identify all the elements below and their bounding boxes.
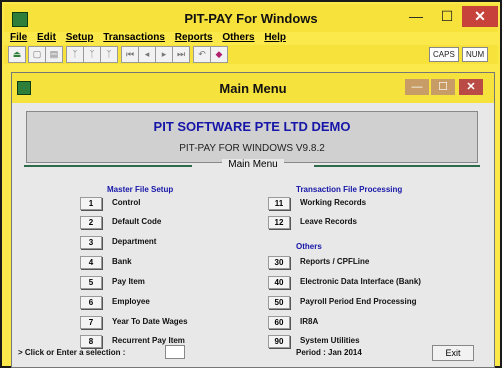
next-record-icon[interactable]: ▸ <box>155 46 173 63</box>
last-record-icon[interactable]: ⏭ <box>172 46 190 63</box>
child-close-button[interactable]: ✕ <box>459 79 483 95</box>
company-name: PIT SOFTWARE PTE LTD DEMO <box>153 119 351 134</box>
prev-record-icon[interactable]: ◂ <box>138 46 156 63</box>
company-banner: PIT SOFTWARE PTE LTD DEMO PIT-PAY FOR WI… <box>26 111 478 163</box>
option-label: Electronic Data Interface (Bank) <box>300 277 421 286</box>
transaction-heading: Transaction File Processing <box>296 185 403 194</box>
option-number[interactable]: 30 <box>268 256 290 269</box>
section-title: Main Menu <box>222 159 284 170</box>
master-file-heading: Master File Setup <box>107 185 174 194</box>
menu-bar: File Edit Setup Transactions Reports Oth… <box>4 32 498 44</box>
toolbar: ⏏ ▢ ▤ ᛉ ᛉ ᛉ ⏮ ◂ ▸ ⏭ ↶ ◆ CAPS NUM <box>4 45 498 64</box>
selection-input[interactable] <box>165 345 185 359</box>
version-label: PIT-PAY FOR WINDOWS V9.8.2 <box>179 143 325 154</box>
child-title-bar: Main Menu — ☐ ✕ <box>12 73 494 103</box>
close-button[interactable]: ✕ <box>462 6 498 27</box>
filter-select-icon[interactable]: ᛉ <box>83 46 101 63</box>
option-number[interactable]: 60 <box>268 316 290 329</box>
option-number[interactable]: 4 <box>80 256 102 269</box>
option-label: IR8A <box>300 317 319 326</box>
option-label: Employee <box>112 297 150 306</box>
menu-file[interactable]: File <box>10 32 27 43</box>
menu-transactions[interactable]: Transactions <box>103 32 165 43</box>
others-heading: Others <box>296 242 322 251</box>
option-label: Pay Item <box>112 277 145 286</box>
footer-bar: > Click or Enter a selection : Period : … <box>12 341 494 367</box>
period-label: Period : Jan 2014 <box>296 348 362 357</box>
menu-setup[interactable]: Setup <box>66 32 94 43</box>
selection-prompt: > Click or Enter a selection : <box>18 348 126 357</box>
option-label: Year To Date Wages <box>112 317 188 326</box>
option-number[interactable]: 6 <box>80 296 102 309</box>
eraser-icon[interactable]: ◆ <box>210 46 228 63</box>
option-label: Reports / CPFLine <box>300 257 370 266</box>
menu-help[interactable]: Help <box>264 32 286 43</box>
menu-reports[interactable]: Reports <box>175 32 213 43</box>
section-divider: Main Menu <box>12 159 494 173</box>
title-bar: PIT-PAY For Windows — ☐ ✕ <box>4 4 498 32</box>
menu-others[interactable]: Others <box>222 32 254 43</box>
option-number[interactable]: 50 <box>268 296 290 309</box>
option-label: Working Records <box>300 198 367 207</box>
main-menu-window: Main Menu — ☐ ✕ PIT SOFTWARE PTE LTD DEM… <box>11 72 495 368</box>
app-window: PIT-PAY For Windows — ☐ ✕ File Edit Setu… <box>0 0 502 368</box>
option-number[interactable]: 1 <box>80 197 102 210</box>
option-number[interactable]: 7 <box>80 316 102 329</box>
option-number[interactable]: 11 <box>268 197 290 210</box>
filter-icon[interactable]: ᛉ <box>66 46 84 63</box>
child-minimize-button[interactable]: — <box>405 79 429 95</box>
filter-clear-icon[interactable]: ᛉ <box>100 46 118 63</box>
option-label: Payroll Period End Processing <box>300 297 417 306</box>
print-icon[interactable]: ▤ <box>45 46 63 63</box>
exit-button[interactable]: Exit <box>432 345 474 361</box>
num-indicator: NUM <box>462 47 489 62</box>
option-number[interactable]: 5 <box>80 276 102 289</box>
option-number[interactable]: 2 <box>80 216 102 229</box>
caps-indicator: CAPS <box>429 47 459 62</box>
option-label: Bank <box>112 257 132 266</box>
option-label: Default Code <box>112 217 162 226</box>
maximize-button[interactable]: ☐ <box>432 6 462 27</box>
option-label: Control <box>112 198 141 207</box>
option-number[interactable]: 12 <box>268 216 290 229</box>
option-label: Department <box>112 237 157 246</box>
child-maximize-button[interactable]: ☐ <box>431 79 455 95</box>
option-number[interactable]: 3 <box>80 236 102 249</box>
print-preview-icon[interactable]: ▢ <box>28 46 46 63</box>
menu-edit[interactable]: Edit <box>37 32 56 43</box>
first-record-icon[interactable]: ⏮ <box>121 46 139 63</box>
minimize-button[interactable]: — <box>401 6 431 27</box>
option-number[interactable]: 40 <box>268 276 290 289</box>
undo-icon[interactable]: ↶ <box>193 46 211 63</box>
exit-icon[interactable]: ⏏ <box>8 46 26 63</box>
option-label: Leave Records <box>300 217 357 226</box>
